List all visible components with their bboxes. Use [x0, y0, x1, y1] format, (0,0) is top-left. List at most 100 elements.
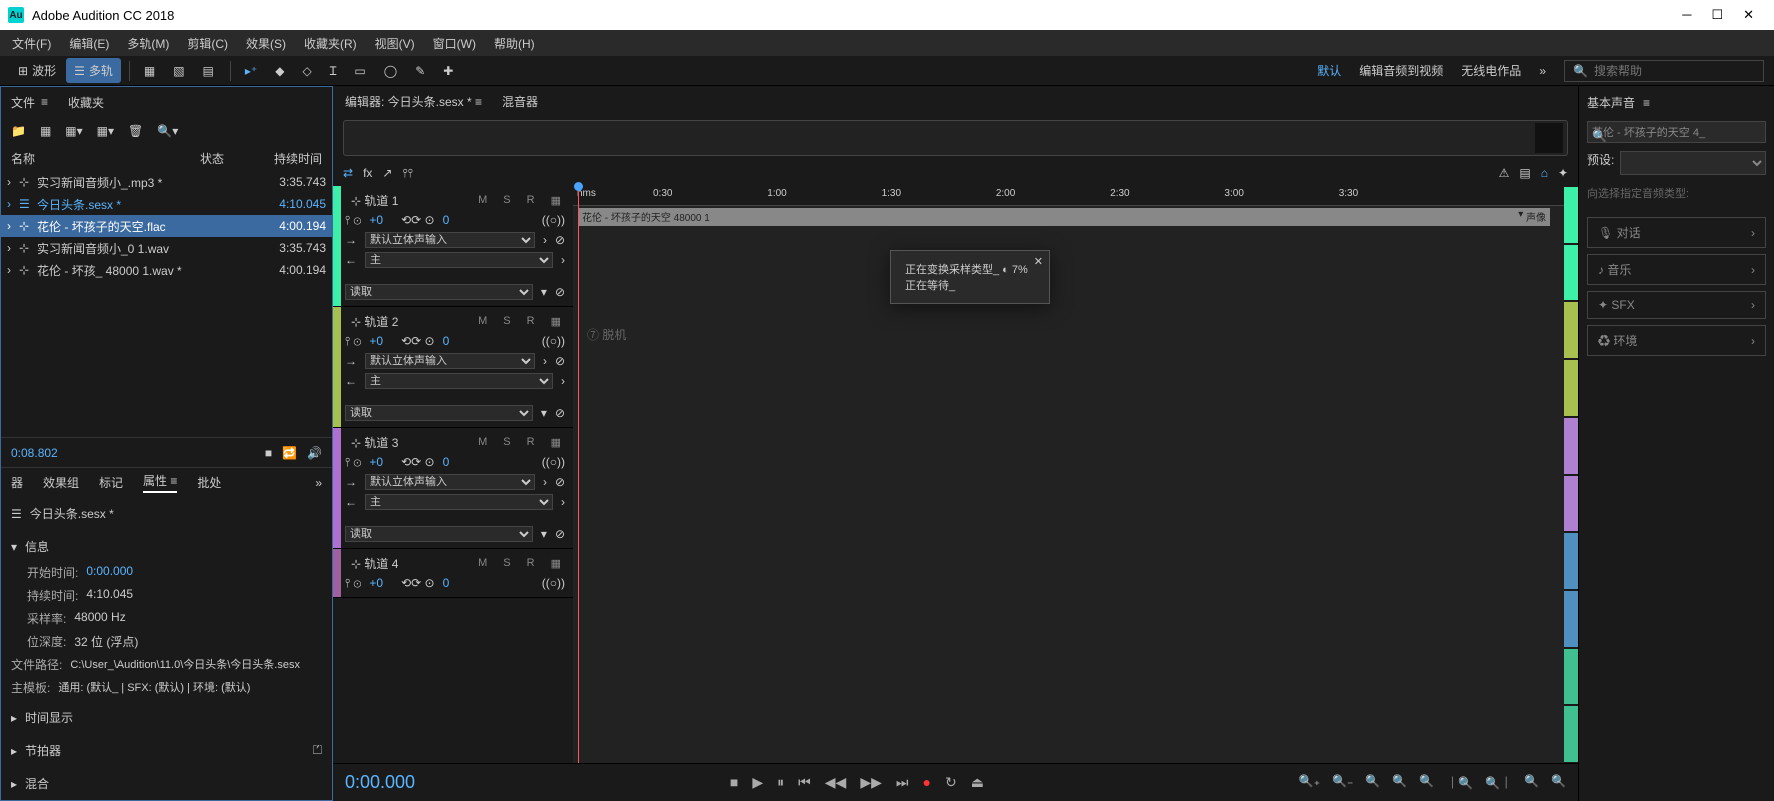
zoom-all-icon[interactable]: 🔍	[1551, 774, 1566, 791]
zoom-reset-icon[interactable]: 🔍	[1524, 774, 1539, 791]
tab-editor[interactable]: 编辑器: 今日头条.sesx * ≡	[345, 93, 482, 110]
track-header[interactable]: ⊹ 轨道 2MSR▦ ⫯ ⊙+0⟲⟳ ⊙0((○)) →默认立体声输入›⊘ ←主…	[333, 307, 573, 428]
track-header[interactable]: ⊹ 轨道 3MSR▦ ⫯ ⊙+0⟲⟳ ⊙0((○)) →默认立体声输入›⊘ ←主…	[333, 428, 573, 549]
menu-window[interactable]: 窗口(W)	[433, 35, 476, 52]
sfx-button[interactable]: ✦ SFX›	[1587, 291, 1766, 319]
tool-b[interactable]: ▤	[1519, 166, 1530, 180]
dialog-close[interactable]: ✕	[1034, 255, 1043, 268]
tab-eq[interactable]: 器	[11, 474, 23, 491]
send-icon[interactable]: ↗	[382, 166, 392, 180]
preset-select[interactable]	[1620, 151, 1766, 175]
stop-icon[interactable]: ■	[265, 446, 272, 460]
file-row[interactable]: ›⊹花伦 - 坏孩子的天空.flac4:00.194	[1, 215, 332, 237]
workspace-more[interactable]: »	[1539, 64, 1546, 78]
lasso-tool[interactable]: ◯	[376, 60, 405, 82]
zoom-in-icon[interactable]: 🔍₊	[1299, 774, 1320, 791]
brush-tool[interactable]: ✎	[407, 60, 433, 82]
menu-clip[interactable]: 剪辑(C)	[187, 35, 228, 52]
menu-edit[interactable]: 编辑(E)	[69, 35, 109, 52]
forward-end-button[interactable]: ⏭	[896, 774, 909, 791]
fx-icon[interactable]: fx	[363, 166, 372, 180]
tool-pitch[interactable]: ▤	[195, 60, 222, 82]
forward-button[interactable]: ▶▶	[860, 774, 882, 791]
snap-icon[interactable]: ⇄	[343, 166, 353, 180]
track-header[interactable]: ⊹ 轨道 4MSR▦ ⫯ ⊙+0⟲⟳ ⊙0((○))	[333, 549, 573, 598]
clip-name-field[interactable]	[1587, 121, 1766, 143]
section-mix[interactable]: ▸ 混合	[11, 769, 322, 798]
workspace-default[interactable]: 默认	[1317, 62, 1341, 79]
open-file-icon[interactable]: 📁	[11, 124, 26, 138]
metronome-icon[interactable]: ⏍	[313, 743, 322, 758]
move-tool[interactable]: ▸⁺	[237, 60, 265, 82]
search-help-input[interactable]	[1594, 64, 1755, 78]
workspace-radio[interactable]: 无线电作品	[1461, 62, 1521, 79]
loop-icon[interactable]: 🔁	[282, 446, 297, 460]
track-header[interactable]: ⊹ 轨道 1MSR▦ ⫯ ⊙+0⟲⟳ ⊙0((○)) →默认立体声输入›⊘ ←主…	[333, 186, 573, 307]
zoom-out-icon[interactable]: 🔍₋	[1332, 774, 1353, 791]
tool-hud[interactable]: ▦	[136, 60, 163, 82]
tab-effects[interactable]: 效果组	[43, 474, 79, 491]
ruler[interactable]: hms 0:301:001:302:002:303:003:30	[573, 186, 1564, 206]
rewind-start-button[interactable]: ⏮	[798, 774, 811, 791]
razor-tool[interactable]: ◆	[267, 60, 292, 82]
tab-mixer[interactable]: 混音器	[502, 93, 538, 110]
record-button[interactable]: ●	[922, 774, 930, 791]
waveform-mode[interactable]: ⊞ 波形	[10, 58, 64, 83]
overview[interactable]: 🔍	[343, 120, 1568, 156]
menu-file[interactable]: 文件(F)	[12, 35, 51, 52]
maximize-button[interactable]: ☐	[1711, 7, 1723, 23]
music-button[interactable]: ♪ 音乐›	[1587, 254, 1766, 285]
tool-a[interactable]: ⚠	[1499, 166, 1510, 180]
zoom-v-icon[interactable]: 🔍	[1419, 774, 1434, 791]
delete-icon[interactable]: 🗑	[128, 124, 143, 138]
tab-favorites[interactable]: 收藏夹	[68, 94, 104, 111]
zoom-out-point-icon[interactable]: 🔍｜	[1485, 774, 1512, 791]
pause-button[interactable]: ⏸	[777, 774, 784, 791]
record-file-icon[interactable]: ▦	[40, 124, 51, 138]
skip-button[interactable]: ⏏	[971, 774, 984, 791]
loop-button[interactable]: ↻	[945, 774, 957, 791]
menu-view[interactable]: 视图(V)	[375, 35, 415, 52]
dialogue-button[interactable]: 🎙 对话›	[1587, 217, 1766, 248]
audio-clip[interactable]: 花伦 - 坏孩子的天空 48000 1 声像 ▾	[578, 208, 1550, 226]
marquee-tool[interactable]: ▭	[346, 60, 373, 82]
autoplay-icon[interactable]: 🔊	[307, 446, 322, 460]
menu-multitrack[interactable]: 多轨(M)	[127, 35, 169, 52]
new-session-icon[interactable]: ▦▾	[97, 124, 114, 138]
zoom-sel-icon[interactable]: 🔍	[1392, 774, 1407, 791]
workspace-video[interactable]: 编辑音频到视频	[1359, 62, 1443, 79]
tool-spectral[interactable]: ▧	[165, 60, 192, 82]
zoom-full-icon[interactable]: 🔍	[1365, 774, 1380, 791]
slip-tool[interactable]: ◇	[294, 60, 319, 82]
tool-d[interactable]: ✦	[1558, 166, 1568, 180]
section-metronome[interactable]: ▸ 节拍器⏍	[11, 736, 322, 765]
col-status[interactable]: 状态	[200, 150, 224, 167]
rewind-button[interactable]: ◀◀	[825, 774, 847, 791]
multitrack-mode[interactable]: ☰ 多轨	[66, 58, 121, 83]
tab-batch[interactable]: 批处	[197, 474, 221, 491]
stop-button[interactable]: ■	[730, 774, 738, 791]
file-row[interactable]: ›⊹实习新闻音频小_0 1.wav3:35.743	[1, 237, 332, 259]
tab-markers[interactable]: 标记	[99, 474, 123, 491]
menu-help[interactable]: 帮助(H)	[494, 35, 535, 52]
zoom-in-point-icon[interactable]: ｜🔍	[1446, 774, 1473, 791]
section-info[interactable]: ▾ 信息	[11, 532, 322, 561]
tool-c[interactable]: ⌂	[1541, 166, 1548, 180]
file-row[interactable]: ›⊹实习新闻音频小_.mp3 *3:35.743	[1, 171, 332, 193]
close-button[interactable]: ✕	[1743, 7, 1754, 23]
col-name[interactable]: 名称	[11, 150, 150, 167]
tab-files[interactable]: 文件 ≡	[11, 94, 48, 111]
insert-icon[interactable]: ▦▾	[65, 124, 82, 138]
search-files-icon[interactable]: 🔍▾	[157, 124, 178, 138]
eq-icon[interactable]: ⫯⫯	[402, 166, 412, 181]
tabs-more[interactable]: »	[315, 476, 322, 490]
file-row[interactable]: ›☰今日头条.sesx *4:10.045	[1, 193, 332, 215]
section-time[interactable]: ▸ 时间显示	[11, 703, 322, 732]
col-duration[interactable]: 持续时间	[274, 150, 322, 167]
track-content[interactable]: hms 0:301:001:302:002:303:003:30 花伦 - 坏孩…	[573, 186, 1564, 763]
file-row[interactable]: ›⊹花伦 - 坏孩_ 48000 1.wav *4:00.194	[1, 259, 332, 281]
play-button[interactable]: ▶	[752, 774, 763, 791]
menu-favorites[interactable]: 收藏夹(R)	[304, 35, 357, 52]
time-select-tool[interactable]: Ɪ	[322, 58, 345, 83]
zoom-fit-icon[interactable]: 🔍	[1592, 129, 1607, 143]
